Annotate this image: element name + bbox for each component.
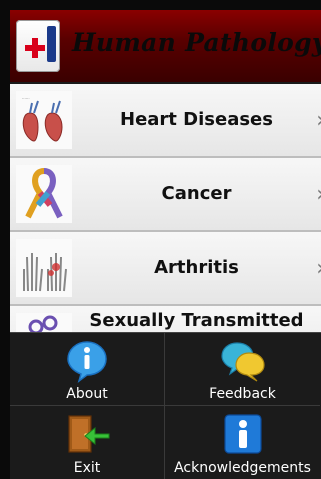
- about-button[interactable]: About: [10, 333, 165, 406]
- chevron-right-icon: ›: [316, 182, 321, 207]
- app-header: Human Pathology: [10, 10, 321, 84]
- exit-label: Exit: [73, 460, 101, 476]
- options-menu: About Feedback Exit Acknowledgements: [10, 332, 321, 479]
- list-item-heart-diseases[interactable]: ...... Heart Diseases ›: [10, 84, 321, 158]
- list-item-arthritis[interactable]: Arthritis ›: [10, 232, 321, 306]
- exit-button[interactable]: Exit: [10, 406, 165, 479]
- list-item-label: Arthritis: [154, 257, 239, 278]
- feedback-button[interactable]: Feedback: [165, 333, 320, 406]
- info-person-icon: [223, 414, 262, 454]
- list-item-label: Heart Diseases: [120, 109, 273, 130]
- chevron-right-icon: ›: [316, 108, 321, 133]
- acknowledgements-label: Acknowledgements: [174, 460, 311, 476]
- list-item-cancer[interactable]: Cancer ›: [10, 158, 321, 232]
- page-title: Human Pathology: [72, 28, 321, 57]
- hand-xray-icon: [16, 239, 72, 297]
- feedback-label: Feedback: [209, 386, 276, 402]
- chat-bubbles-icon: [220, 342, 265, 382]
- acknowledgements-button[interactable]: Acknowledgements: [165, 406, 320, 479]
- first-aid-icon: [16, 20, 60, 72]
- chevron-right-icon: ›: [316, 256, 321, 281]
- app-window: Human Pathology ...... Heart Diseases ›: [10, 10, 321, 479]
- list-item-label: Cancer: [161, 183, 232, 204]
- about-label: About: [66, 386, 108, 402]
- heart-anatomy-icon: ......: [16, 91, 72, 149]
- cancer-ribbon-icon: [16, 165, 72, 223]
- info-icon: [67, 341, 107, 383]
- svg-text:......: ......: [22, 95, 30, 100]
- exit-door-icon: [68, 415, 110, 453]
